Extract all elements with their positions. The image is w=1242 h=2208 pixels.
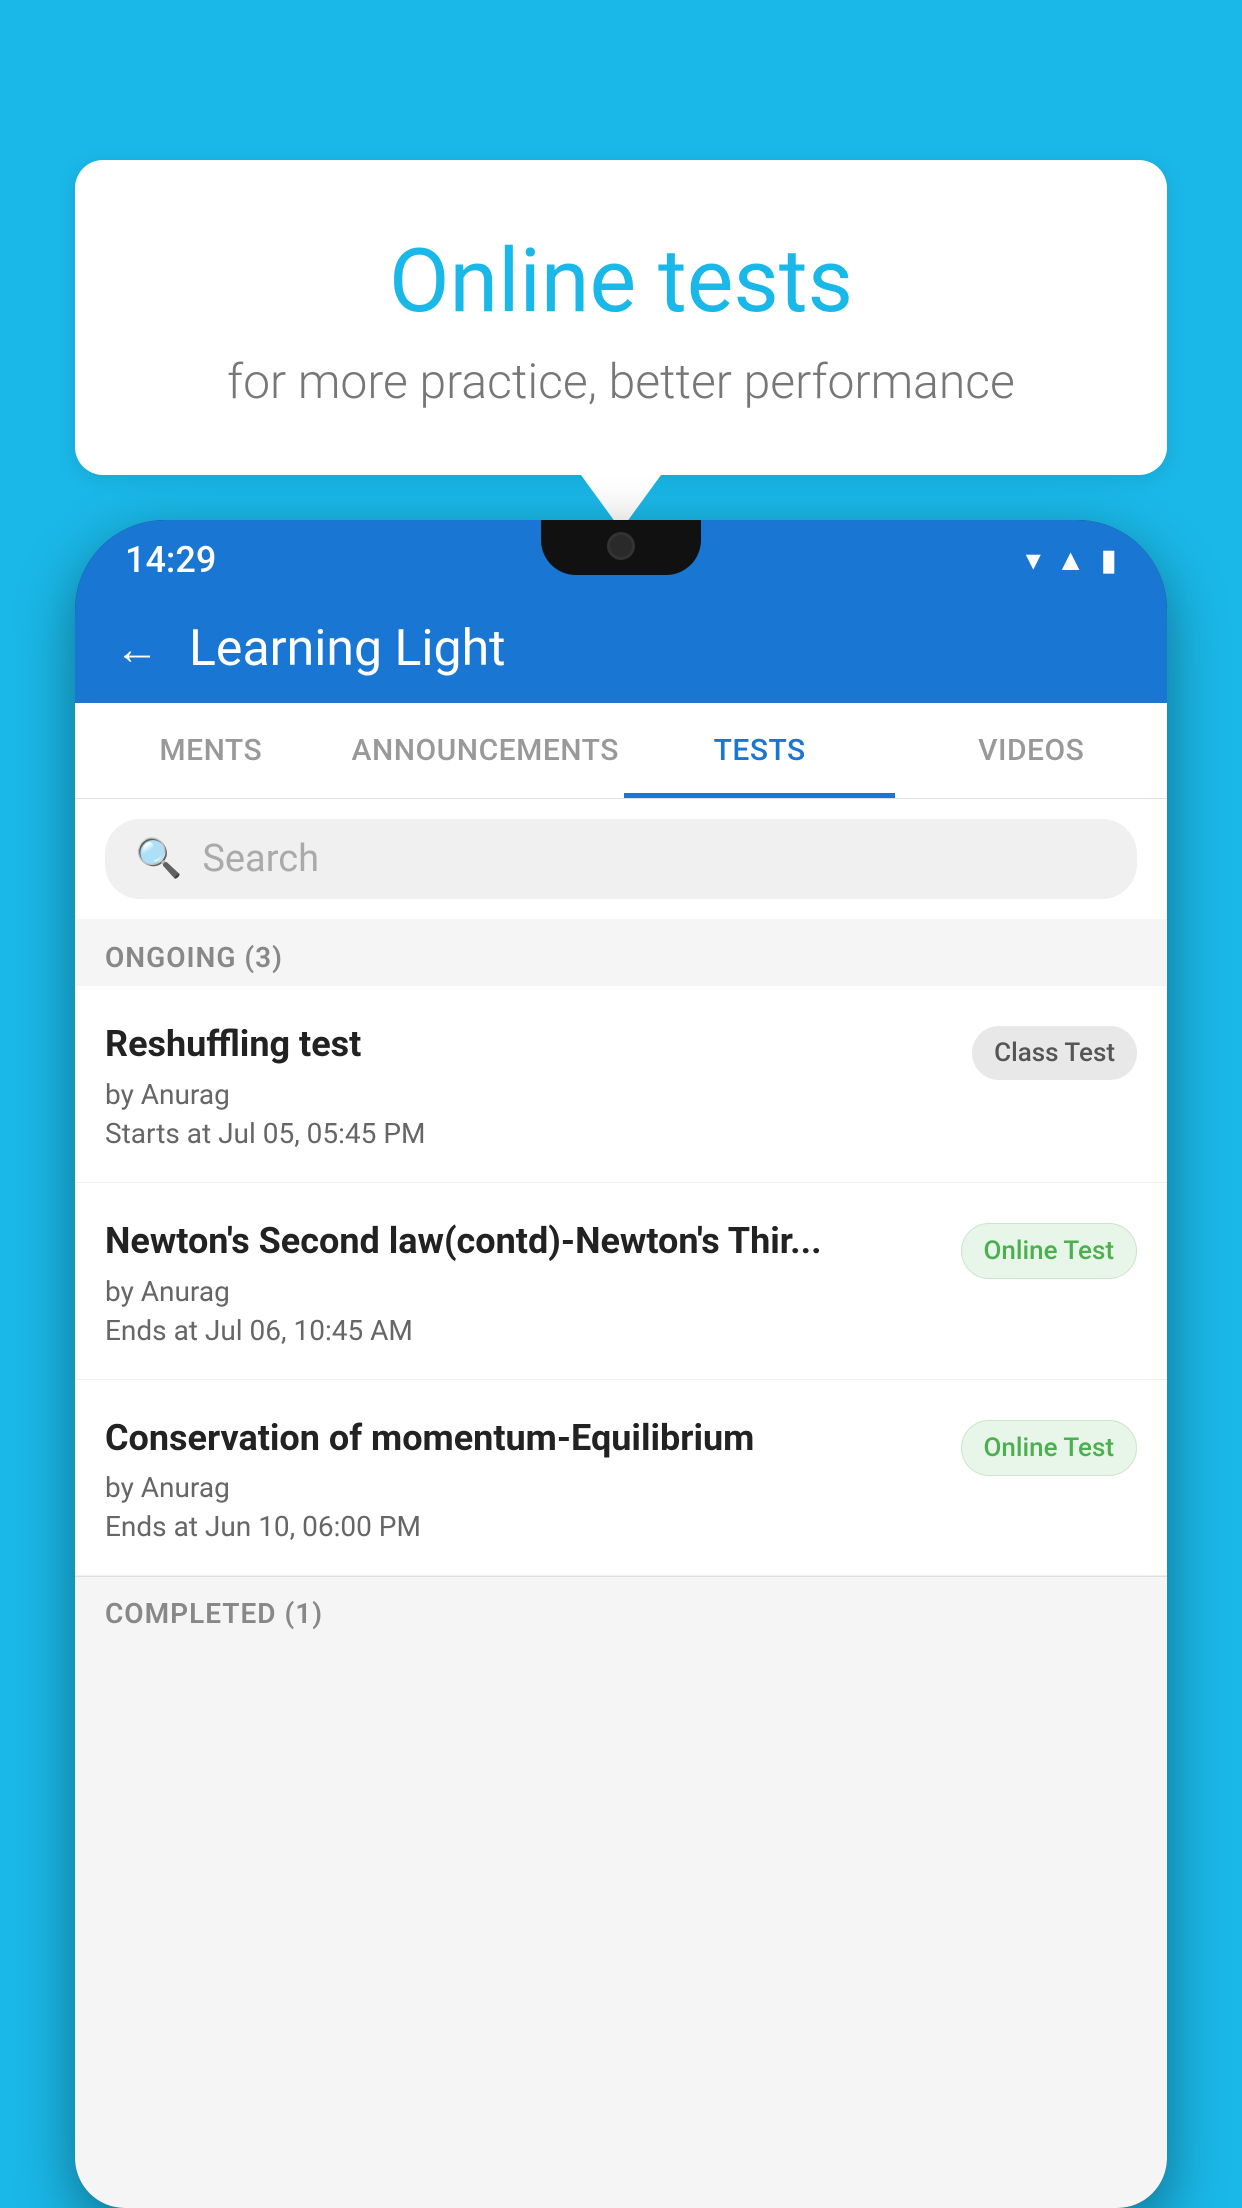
status-time: 14:29: [125, 539, 216, 581]
search-bar-container: 🔍 Search: [75, 799, 1167, 919]
test-item-1[interactable]: Reshuffling test by Anurag Starts at Jul…: [75, 986, 1167, 1183]
test-author-2: by Anurag: [105, 1275, 941, 1308]
phone-frame: 14:29 ▾ ▲ ▮ ← Learning Light MENTS ANNOU…: [75, 520, 1167, 2208]
test-item-3[interactable]: Conservation of momentum-Equilibrium by …: [75, 1380, 1167, 1577]
test-badge-2: Online Test: [961, 1223, 1138, 1279]
speech-bubble-subtitle: for more practice, better performance: [135, 353, 1107, 410]
tabs-bar: MENTS ANNOUNCEMENTS TESTS VIDEOS: [75, 703, 1167, 799]
app-header-title: Learning Light: [189, 620, 506, 678]
test-item-2-info: Newton's Second law(contd)-Newton's Thir…: [105, 1218, 961, 1347]
test-item-1-info: Reshuffling test by Anurag Starts at Jul…: [105, 1021, 972, 1150]
wifi-icon: ▾: [1026, 543, 1041, 578]
tab-tests[interactable]: TESTS: [624, 703, 896, 798]
test-author-1: by Anurag: [105, 1078, 952, 1111]
completed-label-text: COMPLETED (1): [105, 1597, 323, 1630]
test-time-1: Starts at Jul 05, 05:45 PM: [105, 1117, 952, 1150]
test-time-3: Ends at Jun 10, 06:00 PM: [105, 1510, 941, 1543]
phone-content: 🔍 Search ONGOING (3) Reshuffling test by…: [75, 799, 1167, 2208]
phone-notch: [541, 520, 701, 575]
status-icons: ▾ ▲ ▮: [1026, 543, 1117, 578]
test-badge-3: Online Test: [961, 1420, 1138, 1476]
status-bar: 14:29 ▾ ▲ ▮: [75, 520, 1167, 600]
test-title-2: Newton's Second law(contd)-Newton's Thir…: [105, 1218, 941, 1265]
tab-announcements[interactable]: ANNOUNCEMENTS: [347, 703, 624, 798]
completed-section-header: COMPLETED (1): [75, 1576, 1167, 1645]
search-icon: 🔍: [135, 837, 182, 881]
tab-videos[interactable]: VIDEOS: [895, 703, 1167, 798]
tab-ments[interactable]: MENTS: [75, 703, 347, 798]
test-badge-1: Class Test: [972, 1026, 1137, 1080]
speech-bubble-title: Online tests: [135, 230, 1107, 333]
ongoing-section-header: ONGOING (3): [75, 919, 1167, 986]
notch-camera: [607, 532, 635, 560]
test-list: Reshuffling test by Anurag Starts at Jul…: [75, 986, 1167, 1576]
back-button[interactable]: ←: [115, 623, 159, 675]
search-input[interactable]: Search: [202, 837, 319, 881]
search-input-wrapper[interactable]: 🔍 Search: [105, 819, 1137, 899]
test-item-2[interactable]: Newton's Second law(contd)-Newton's Thir…: [75, 1183, 1167, 1380]
battery-icon: ▮: [1100, 543, 1117, 578]
test-title-1: Reshuffling test: [105, 1021, 952, 1068]
test-item-3-info: Conservation of momentum-Equilibrium by …: [105, 1415, 961, 1544]
test-time-2: Ends at Jul 06, 10:45 AM: [105, 1314, 941, 1347]
signal-icon: ▲: [1056, 543, 1086, 578]
app-header: ← Learning Light: [75, 600, 1167, 703]
speech-bubble: Online tests for more practice, better p…: [75, 160, 1167, 475]
test-author-3: by Anurag: [105, 1471, 941, 1504]
ongoing-label: ONGOING (3): [105, 941, 283, 974]
test-title-3: Conservation of momentum-Equilibrium: [105, 1415, 941, 1462]
speech-bubble-container: Online tests for more practice, better p…: [75, 160, 1167, 530]
